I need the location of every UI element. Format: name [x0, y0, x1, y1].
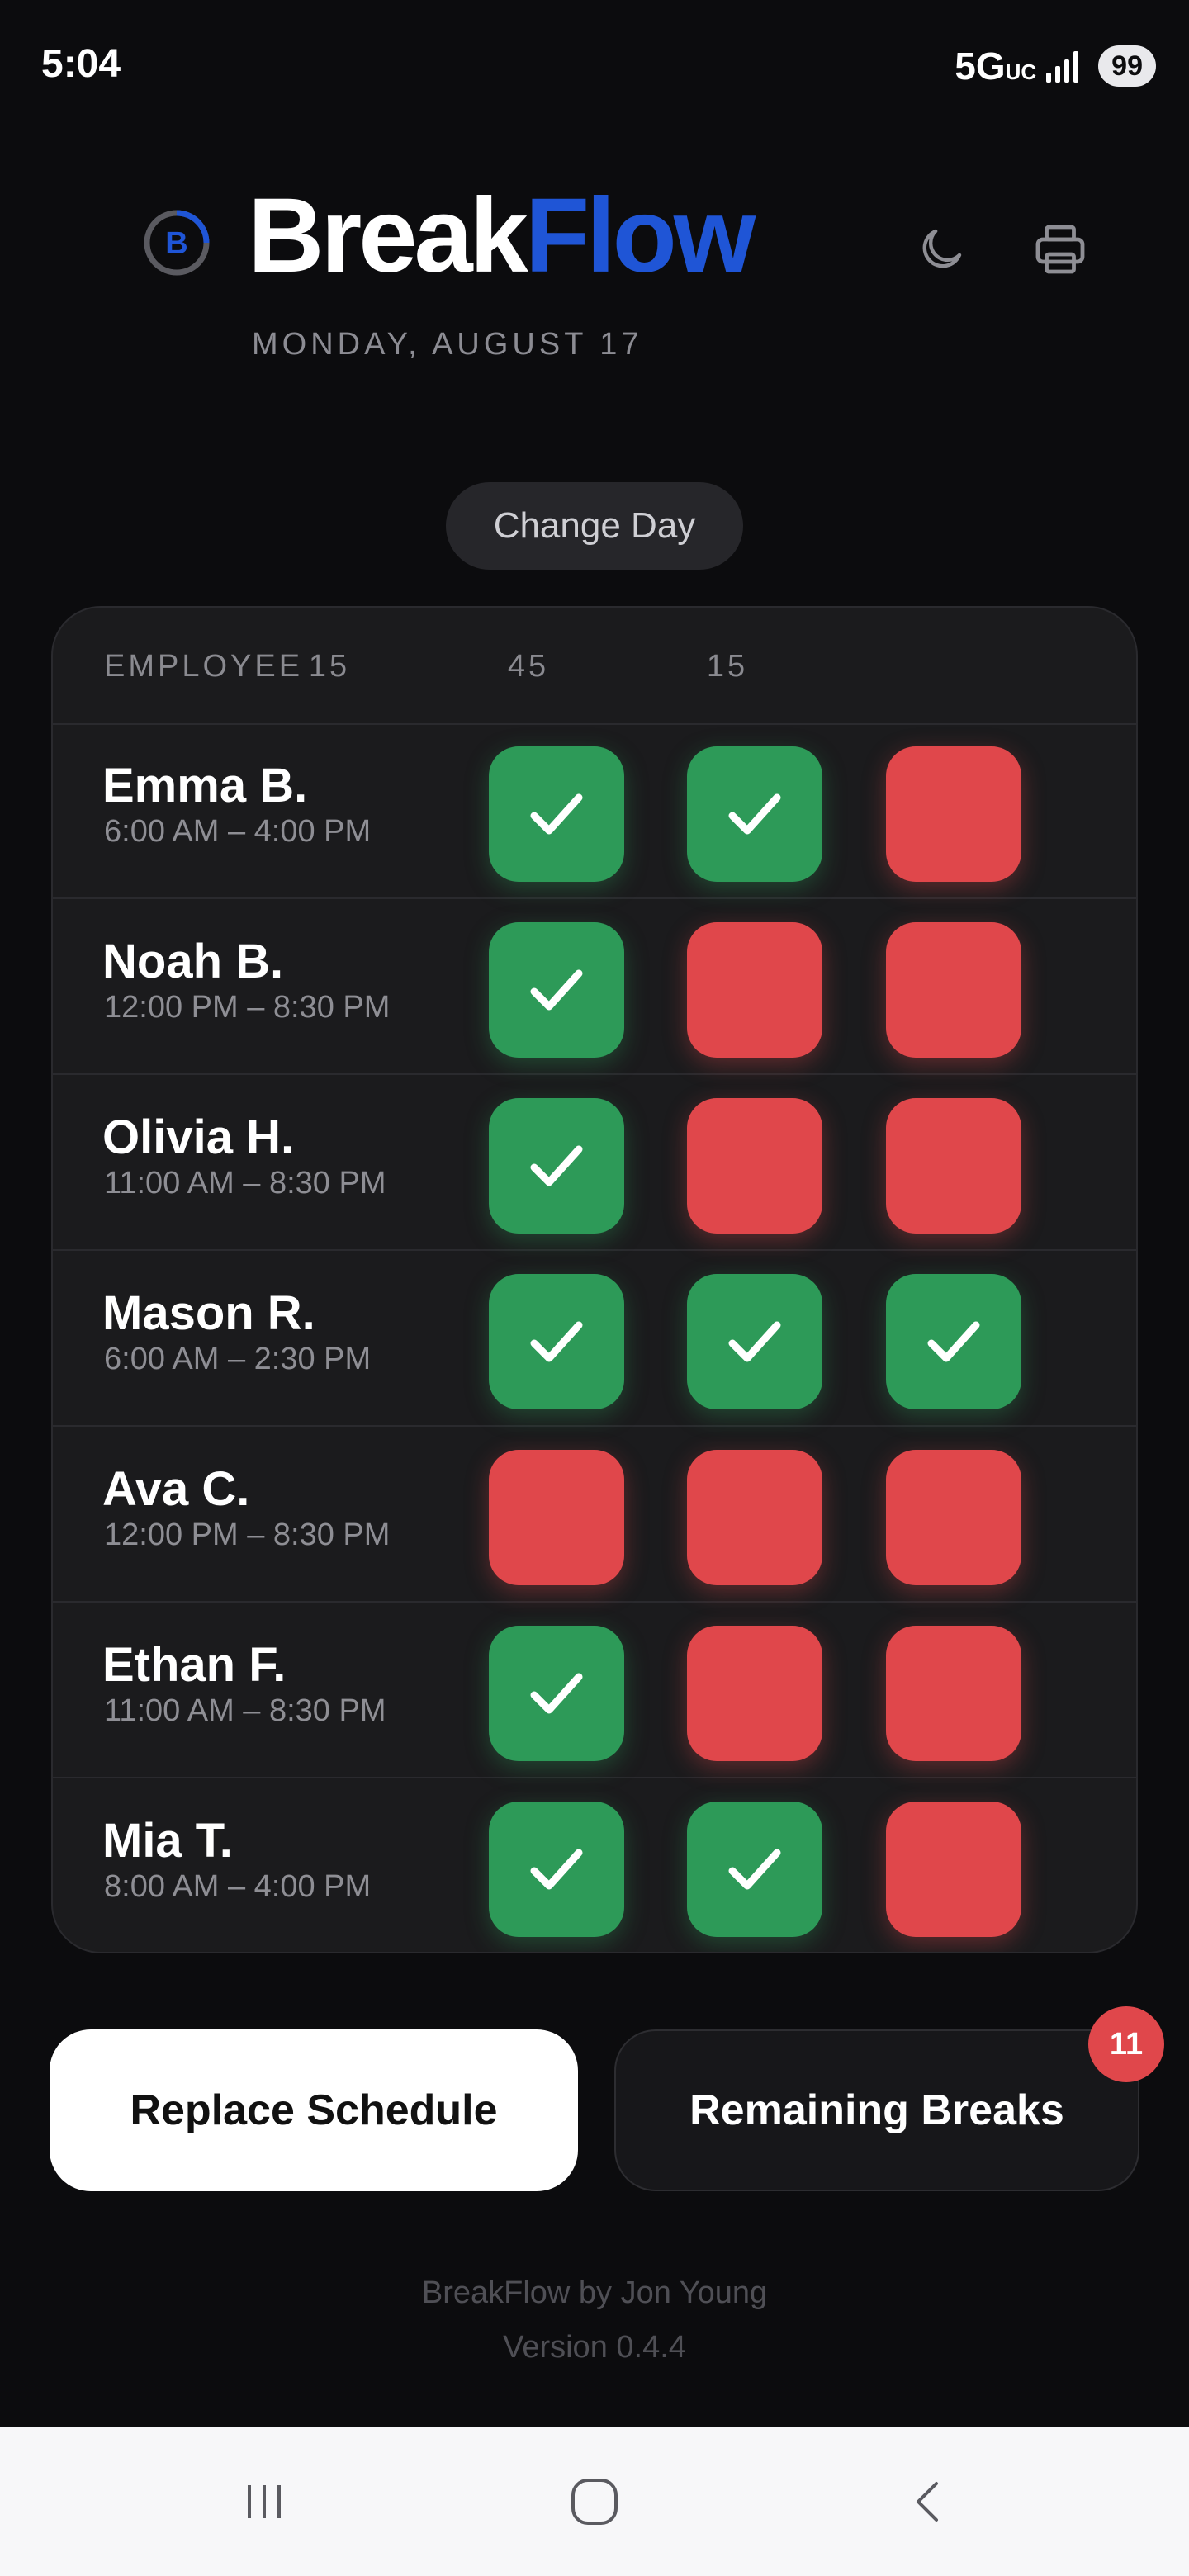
header-break-3: 15	[706, 649, 749, 684]
print-button[interactable]	[1024, 216, 1097, 282]
table-row: Emma B. 6:00 AM – 4:00 PM	[53, 723, 1136, 899]
status-time: 5:04	[41, 42, 121, 86]
table-row: Mason R. 6:00 AM – 2:30 PM	[53, 1251, 1136, 1427]
break-pending-toggle[interactable]	[886, 1098, 1021, 1234]
table-row: Noah B. 12:00 PM – 8:30 PM	[53, 899, 1136, 1075]
break-pending-toggle[interactable]	[886, 746, 1021, 882]
checkmark-icon	[530, 1673, 583, 1714]
header-break-2: 45	[507, 649, 550, 684]
employee-name: Mia T.	[102, 1814, 233, 1868]
employee-shift: 6:00 AM – 4:00 PM	[104, 814, 372, 849]
table-row: Olivia H. 11:00 AM – 8:30 PM	[53, 1075, 1136, 1251]
schedule-table: EMPLOYEE 15 45 15 Emma B. 6:00 AM – 4:00 …	[51, 606, 1138, 1953]
checkmark-icon	[927, 1321, 980, 1362]
back-icon	[917, 2482, 938, 2522]
checkmark-icon	[728, 793, 781, 835]
table-header: EMPLOYEE 15 45 15	[53, 608, 1136, 725]
checkmark-icon	[530, 1849, 583, 1890]
break-pending-toggle[interactable]	[886, 1450, 1021, 1585]
break-taken-toggle[interactable]	[687, 1802, 822, 1937]
employee-shift: 12:00 PM – 8:30 PM	[104, 1518, 391, 1552]
break-pending-toggle[interactable]	[886, 922, 1021, 1058]
employee-name: Ethan F.	[102, 1638, 287, 1692]
checkmark-icon	[530, 793, 583, 835]
printer-icon	[1035, 225, 1085, 274]
remaining-count-badge: 11	[1088, 2006, 1164, 2082]
change-day-button[interactable]: Change Day	[446, 482, 743, 570]
home-icon	[571, 2479, 618, 2525]
checkmark-icon	[728, 1321, 781, 1362]
back-button[interactable]	[888, 2460, 971, 2543]
break-taken-toggle[interactable]	[489, 746, 624, 882]
checkmark-icon	[728, 1849, 781, 1890]
system-nav-bar	[0, 2427, 1189, 2576]
employee-name: Emma B.	[102, 759, 308, 812]
break-pending-toggle[interactable]	[687, 1098, 822, 1234]
footer-version: Version 0.4.4	[503, 2330, 686, 2365]
status-indicators: 5GUC 99	[955, 43, 1156, 89]
network-indicator: 5GUC	[955, 45, 1037, 88]
footer-credit: BreakFlow by Jon Young	[421, 2275, 768, 2310]
break-pending-toggle[interactable]	[687, 1450, 822, 1585]
logo-icon: B	[142, 208, 211, 277]
recent-apps-icon	[248, 2485, 281, 2518]
employee-name: Olivia H.	[102, 1110, 295, 1164]
break-pending-toggle[interactable]	[886, 1626, 1021, 1761]
recent-apps-button[interactable]	[223, 2460, 306, 2543]
break-taken-toggle[interactable]	[489, 1274, 624, 1409]
employee-shift: 11:00 AM – 8:30 PM	[104, 1693, 386, 1728]
signal-icon	[1046, 50, 1079, 83]
table-row: Ava C. 12:00 PM – 8:30 PM	[53, 1427, 1136, 1603]
employee-shift: 12:00 PM – 8:30 PM	[104, 990, 391, 1025]
employee-name: Mason R.	[102, 1286, 315, 1340]
employee-shift: 6:00 AM – 2:30 PM	[104, 1342, 372, 1376]
current-date: MONDAY, AUGUST 17	[252, 327, 643, 362]
break-pending-toggle[interactable]	[687, 922, 822, 1058]
break-pending-toggle[interactable]	[489, 1450, 624, 1585]
remaining-breaks-button[interactable]: Remaining Breaks	[614, 2029, 1139, 2191]
home-button[interactable]	[553, 2460, 636, 2543]
break-taken-toggle[interactable]	[687, 746, 822, 882]
break-taken-toggle[interactable]	[489, 1098, 624, 1234]
replace-schedule-button[interactable]: Replace Schedule	[50, 2029, 578, 2191]
moon-icon	[922, 229, 962, 268]
dark-mode-toggle[interactable]	[908, 216, 974, 282]
break-taken-toggle[interactable]	[886, 1274, 1021, 1409]
break-pending-toggle[interactable]	[886, 1802, 1021, 1937]
checkmark-icon	[530, 1321, 583, 1362]
header-break-1: 15	[308, 649, 351, 684]
table-row: Ethan F. 11:00 AM – 8:30 PM	[53, 1603, 1136, 1778]
employee-shift: 8:00 AM – 4:00 PM	[104, 1869, 372, 1904]
table-row: Mia T. 8:00 AM – 4:00 PM	[53, 1778, 1136, 1952]
app-title: BreakFlow	[248, 177, 756, 295]
battery-indicator: 99	[1098, 45, 1156, 87]
break-taken-toggle[interactable]	[489, 1626, 624, 1761]
employee-name: Noah B.	[102, 935, 284, 988]
checkmark-icon	[530, 1145, 583, 1186]
employee-shift: 11:00 AM – 8:30 PM	[104, 1166, 386, 1200]
break-pending-toggle[interactable]	[687, 1626, 822, 1761]
employee-name: Ava C.	[102, 1462, 250, 1516]
svg-text:B: B	[165, 226, 187, 261]
break-taken-toggle[interactable]	[687, 1274, 822, 1409]
checkmark-icon	[530, 969, 583, 1011]
break-taken-toggle[interactable]	[489, 922, 624, 1058]
break-taken-toggle[interactable]	[489, 1802, 624, 1937]
